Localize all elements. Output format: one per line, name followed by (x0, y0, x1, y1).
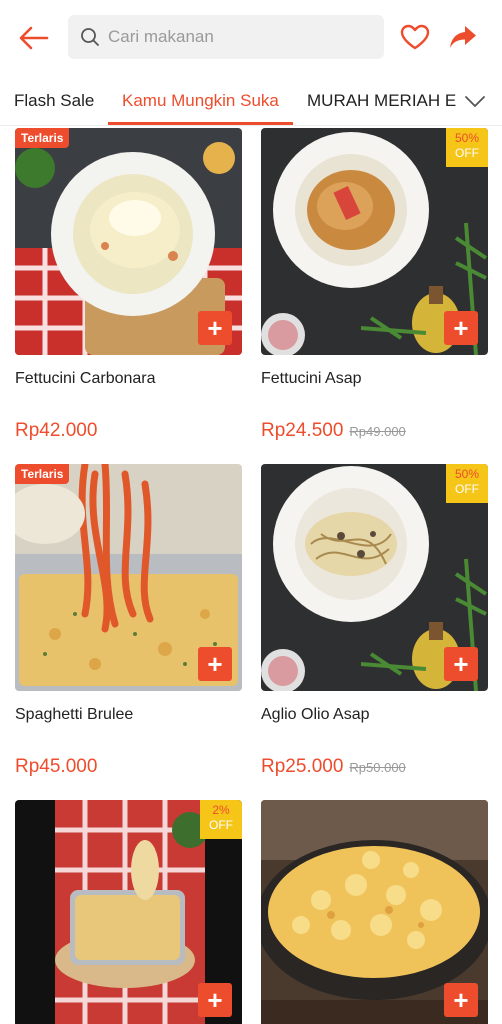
price-row: Rp42.000 (15, 420, 97, 442)
add-to-cart-button[interactable]: + (444, 647, 478, 681)
back-button[interactable] (16, 20, 52, 56)
active-tab-indicator (108, 122, 293, 125)
discount-badge: 2% OFF (200, 800, 242, 839)
product-card[interactable]: 2% OFF + (15, 800, 242, 1024)
product-name: Aglio Olio Asap (261, 706, 370, 723)
product-name: Fettucini Asap (261, 370, 362, 387)
product-image[interactable]: 50% OFF + (261, 128, 488, 355)
category-tabs: Flash Sale Kamu Mungkin Suka MURAH MERIA… (0, 76, 502, 126)
heart-icon (400, 24, 430, 50)
bestseller-badge: Terlaris (15, 464, 70, 484)
discount-badge: 50% OFF (446, 464, 488, 503)
price-row: Rp25.000 Rp50.000 (261, 756, 406, 778)
product-price: Rp25.000 (261, 756, 344, 777)
chevron-down-icon (465, 96, 485, 107)
add-to-cart-button[interactable]: + (444, 311, 478, 345)
product-image[interactable]: Terlaris + (15, 128, 242, 355)
product-price: Rp45.000 (15, 756, 98, 777)
tab-flash-sale[interactable]: Flash Sale (14, 76, 94, 126)
tab-murah-meriah[interactable]: MURAH MERIAH E (307, 76, 457, 126)
discount-off-label: OFF (455, 482, 479, 496)
tab-kamu-mungkin-suka[interactable]: Kamu Mungkin Suka (122, 76, 279, 126)
original-price: Rp50.000 (349, 760, 406, 775)
product-card[interactable]: Terlaris + Spaghetti Brulee Rp45.000 (15, 464, 242, 777)
product-image[interactable]: 2% OFF + (15, 800, 242, 1024)
product-name: Spaghetti Brulee (15, 706, 134, 723)
product-card[interactable]: Terlaris + Fettucini Carbonara Rp42.000 (15, 128, 242, 441)
search-bar[interactable] (68, 15, 384, 59)
discount-percent: 50% (454, 467, 480, 481)
product-image[interactable]: 50% OFF + (261, 464, 488, 691)
product-card[interactable]: 50% OFF + Fettucini Asap Rp24.500 Rp49.00… (261, 128, 488, 441)
price-row: Rp24.500 Rp49.000 (261, 420, 406, 442)
search-input[interactable] (108, 27, 368, 47)
more-tabs-button[interactable] (460, 86, 490, 116)
add-to-cart-button[interactable]: + (198, 983, 232, 1017)
arrow-left-icon (19, 26, 49, 50)
product-price: Rp42.000 (15, 420, 98, 441)
top-bar (0, 0, 502, 76)
discount-percent: 50% (454, 131, 480, 145)
product-name: Fettucini Carbonara (15, 370, 156, 387)
price-row: Rp45.000 (15, 756, 97, 778)
product-price: Rp24.500 (261, 420, 344, 441)
discount-badge: 50% OFF (446, 128, 488, 167)
add-to-cart-button[interactable]: + (198, 647, 232, 681)
search-icon (80, 26, 102, 48)
product-card[interactable]: + (261, 800, 488, 1024)
bestseller-badge: Terlaris (15, 128, 70, 148)
favorite-button[interactable] (398, 20, 432, 54)
share-icon (450, 26, 476, 48)
product-card[interactable]: 50% OFF + Aglio Olio Asap Rp25.000 Rp50.0… (261, 464, 488, 777)
discount-off-label: OFF (209, 818, 233, 832)
product-image[interactable]: + (261, 800, 488, 1024)
discount-off-label: OFF (455, 146, 479, 160)
share-button[interactable] (446, 20, 480, 54)
add-to-cart-button[interactable]: + (198, 311, 232, 345)
add-to-cart-button[interactable]: + (444, 983, 478, 1017)
discount-percent: 2% (212, 803, 230, 817)
original-price: Rp49.000 (349, 424, 406, 439)
app-root: Flash Sale Kamu Mungkin Suka MURAH MERIA… (0, 0, 502, 1024)
product-image[interactable]: Terlaris + (15, 464, 242, 691)
